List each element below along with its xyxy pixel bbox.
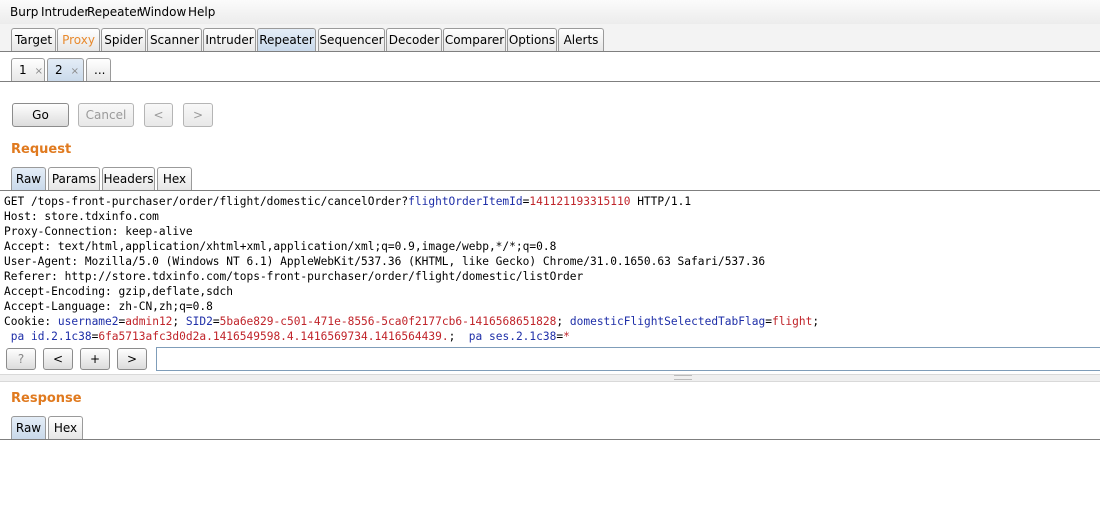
help-button[interactable]: ? bbox=[6, 348, 36, 370]
search-add-button[interactable]: + bbox=[80, 348, 110, 370]
tab-intruder[interactable]: Intruder bbox=[203, 28, 256, 51]
pane-splitter[interactable] bbox=[0, 374, 1100, 382]
tab-comparer[interactable]: Comparer bbox=[443, 28, 506, 51]
menu-help[interactable]: Help bbox=[188, 5, 215, 19]
subtab-1-label: 1 bbox=[19, 63, 27, 77]
request-tab-divider bbox=[0, 190, 1100, 191]
go-button[interactable]: Go bbox=[12, 103, 69, 127]
tab-repeater[interactable]: Repeater bbox=[257, 28, 316, 51]
subtab-2[interactable]: 2 × bbox=[47, 58, 84, 82]
header-cookie-cont: pa id.2.1c38=6fa5713afc3d0d2a.1416549598… bbox=[10, 330, 570, 343]
subtab-1[interactable]: 1 × bbox=[11, 58, 45, 82]
header-proxy-connection: Proxy-Connection: keep-alive bbox=[4, 225, 193, 238]
search-input[interactable] bbox=[156, 347, 1100, 371]
request-tab-hex[interactable]: Hex bbox=[157, 167, 192, 190]
menu-repeater[interactable]: Repeater bbox=[87, 5, 142, 19]
subtab-2-label: 2 bbox=[55, 63, 63, 77]
request-tab-headers[interactable]: Headers bbox=[102, 167, 155, 190]
menu-intruder[interactable]: Intruder bbox=[41, 5, 89, 19]
menu-burp[interactable]: Burp bbox=[10, 5, 38, 19]
back-button[interactable]: < bbox=[144, 103, 173, 127]
close-icon[interactable]: × bbox=[35, 66, 43, 77]
subtab-new[interactable]: ... bbox=[86, 58, 111, 82]
close-icon[interactable]: × bbox=[71, 66, 79, 77]
tab-proxy[interactable]: Proxy bbox=[57, 28, 100, 51]
tab-sequencer[interactable]: Sequencer bbox=[318, 28, 385, 51]
menu-window[interactable]: Window bbox=[139, 5, 186, 19]
request-tab-raw[interactable]: Raw bbox=[11, 167, 46, 190]
splitter-grip-icon[interactable] bbox=[674, 375, 692, 380]
request-editor[interactable]: GET /tops-front-purchaser/order/flight/d… bbox=[0, 193, 1100, 345]
request-tab-params[interactable]: Params bbox=[48, 167, 100, 190]
tab-decoder[interactable]: Decoder bbox=[386, 28, 442, 51]
sub-tab-divider bbox=[0, 81, 1100, 82]
response-editor[interactable] bbox=[0, 444, 1100, 529]
response-tab-raw[interactable]: Raw bbox=[11, 416, 46, 439]
forward-button[interactable]: > bbox=[183, 103, 213, 127]
menubar: Burp Intruder Repeater Window Help bbox=[0, 0, 1100, 25]
header-cookie: Cookie: username2=admin12; SID2=5ba6e829… bbox=[4, 315, 820, 328]
header-accept-encoding: Accept-Encoding: gzip,deflate,sdch bbox=[4, 285, 234, 298]
search-prev-button[interactable]: < bbox=[43, 348, 73, 370]
tab-alerts[interactable]: Alerts bbox=[558, 28, 604, 51]
tab-options[interactable]: Options bbox=[507, 28, 557, 51]
header-accept: Accept: text/html,application/xhtml+xml,… bbox=[4, 240, 557, 253]
main-tab-bar: Target Proxy Spider Scanner Intruder Rep… bbox=[0, 24, 1100, 52]
response-tab-hex[interactable]: Hex bbox=[48, 416, 83, 439]
request-line: GET /tops-front-purchaser/order/flight/d… bbox=[4, 195, 692, 208]
header-referer: Referer: http://store.tdxinfo.com/tops-f… bbox=[4, 270, 584, 283]
header-host: Host: store.tdxinfo.com bbox=[4, 210, 159, 223]
tab-scanner[interactable]: Scanner bbox=[147, 28, 202, 51]
cancel-button[interactable]: Cancel bbox=[78, 103, 134, 127]
tab-spider[interactable]: Spider bbox=[101, 28, 146, 51]
header-accept-language: Accept-Language: zh-CN,zh;q=0.8 bbox=[4, 300, 213, 313]
response-title: Response bbox=[11, 391, 82, 406]
response-tab-divider bbox=[0, 439, 1100, 440]
search-next-button[interactable]: > bbox=[117, 348, 147, 370]
request-title: Request bbox=[11, 142, 72, 157]
header-user-agent: User-Agent: Mozilla/5.0 (Windows NT 6.1)… bbox=[4, 255, 766, 268]
main-tab-divider bbox=[0, 51, 1100, 52]
subtab-new-label: ... bbox=[94, 63, 106, 77]
tab-target[interactable]: Target bbox=[11, 28, 56, 51]
